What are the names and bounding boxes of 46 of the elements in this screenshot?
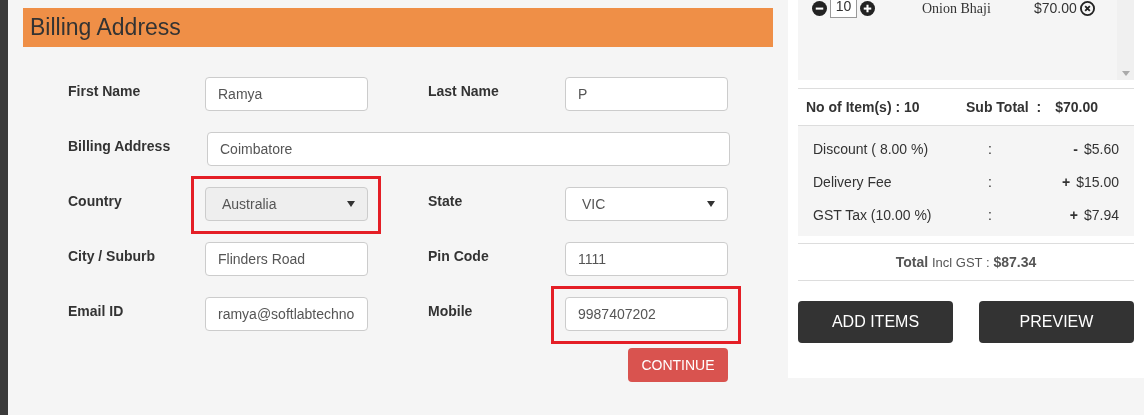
input-field[interactable]: ramya@softlabtechno xyxy=(205,297,368,331)
input-field[interactable]: 1111 xyxy=(565,242,728,276)
sign: + xyxy=(1062,172,1071,192)
caret-icon xyxy=(707,201,715,207)
charge-label: GST Tax (10.00 %) xyxy=(813,205,933,225)
field-label: Country xyxy=(68,192,123,211)
charge-amount: $7.94 xyxy=(1083,205,1119,225)
quantity-field[interactable]: 10 xyxy=(830,0,857,18)
plus-icon[interactable] xyxy=(860,0,875,16)
item-name: Onion Bhaji xyxy=(922,0,992,18)
item-price: $70.00 xyxy=(1034,0,1077,18)
caret-icon xyxy=(347,201,355,207)
remove-icon[interactable] xyxy=(1079,0,1095,16)
charge-label: Discount ( 8.00 %) xyxy=(813,139,930,159)
continue-button[interactable]: CONTINUE xyxy=(628,348,728,382)
select-field[interactable]: VIC xyxy=(565,187,728,221)
action-button[interactable]: PREVIEW xyxy=(979,301,1134,343)
item-count: No of Item(s) : 10 xyxy=(806,97,921,117)
input-field[interactable]: P xyxy=(565,77,728,111)
field-label: City / Suburb xyxy=(68,247,157,266)
input-field[interactable]: 9987407202 xyxy=(565,297,728,331)
input-field[interactable]: Flinders Road xyxy=(205,242,368,276)
minus-icon[interactable] xyxy=(812,0,827,16)
total-line: Total Incl GST : $87.34 xyxy=(895,252,1037,272)
subtotal-label: Sub Total : xyxy=(966,97,1042,117)
scroll-down-icon xyxy=(1121,71,1130,76)
field-label: Pin Code xyxy=(428,247,490,266)
section-title: Billing Address xyxy=(30,13,181,43)
input-field[interactable]: Coimbatore xyxy=(207,132,730,166)
sign: + xyxy=(1069,205,1078,225)
field-label: Email ID xyxy=(68,302,125,321)
separator: : xyxy=(988,205,993,225)
separator: : xyxy=(988,172,993,192)
field-label: Billing Address xyxy=(68,137,172,156)
charge-label: Delivery Fee xyxy=(813,172,893,192)
action-button[interactable]: ADD ITEMS xyxy=(798,301,953,343)
field-label: First Name xyxy=(68,82,142,101)
charge-amount: $15.00 xyxy=(1076,172,1119,192)
field-label: State xyxy=(428,192,464,211)
input-field[interactable]: Ramya xyxy=(205,77,368,111)
subtotal-value: $70.00 xyxy=(1055,97,1098,117)
field-label: Mobile xyxy=(428,302,474,321)
sign: - xyxy=(1073,139,1078,159)
separator: : xyxy=(988,139,993,159)
charge-amount: $5.60 xyxy=(1083,139,1119,159)
field-label: Last Name xyxy=(428,82,500,101)
